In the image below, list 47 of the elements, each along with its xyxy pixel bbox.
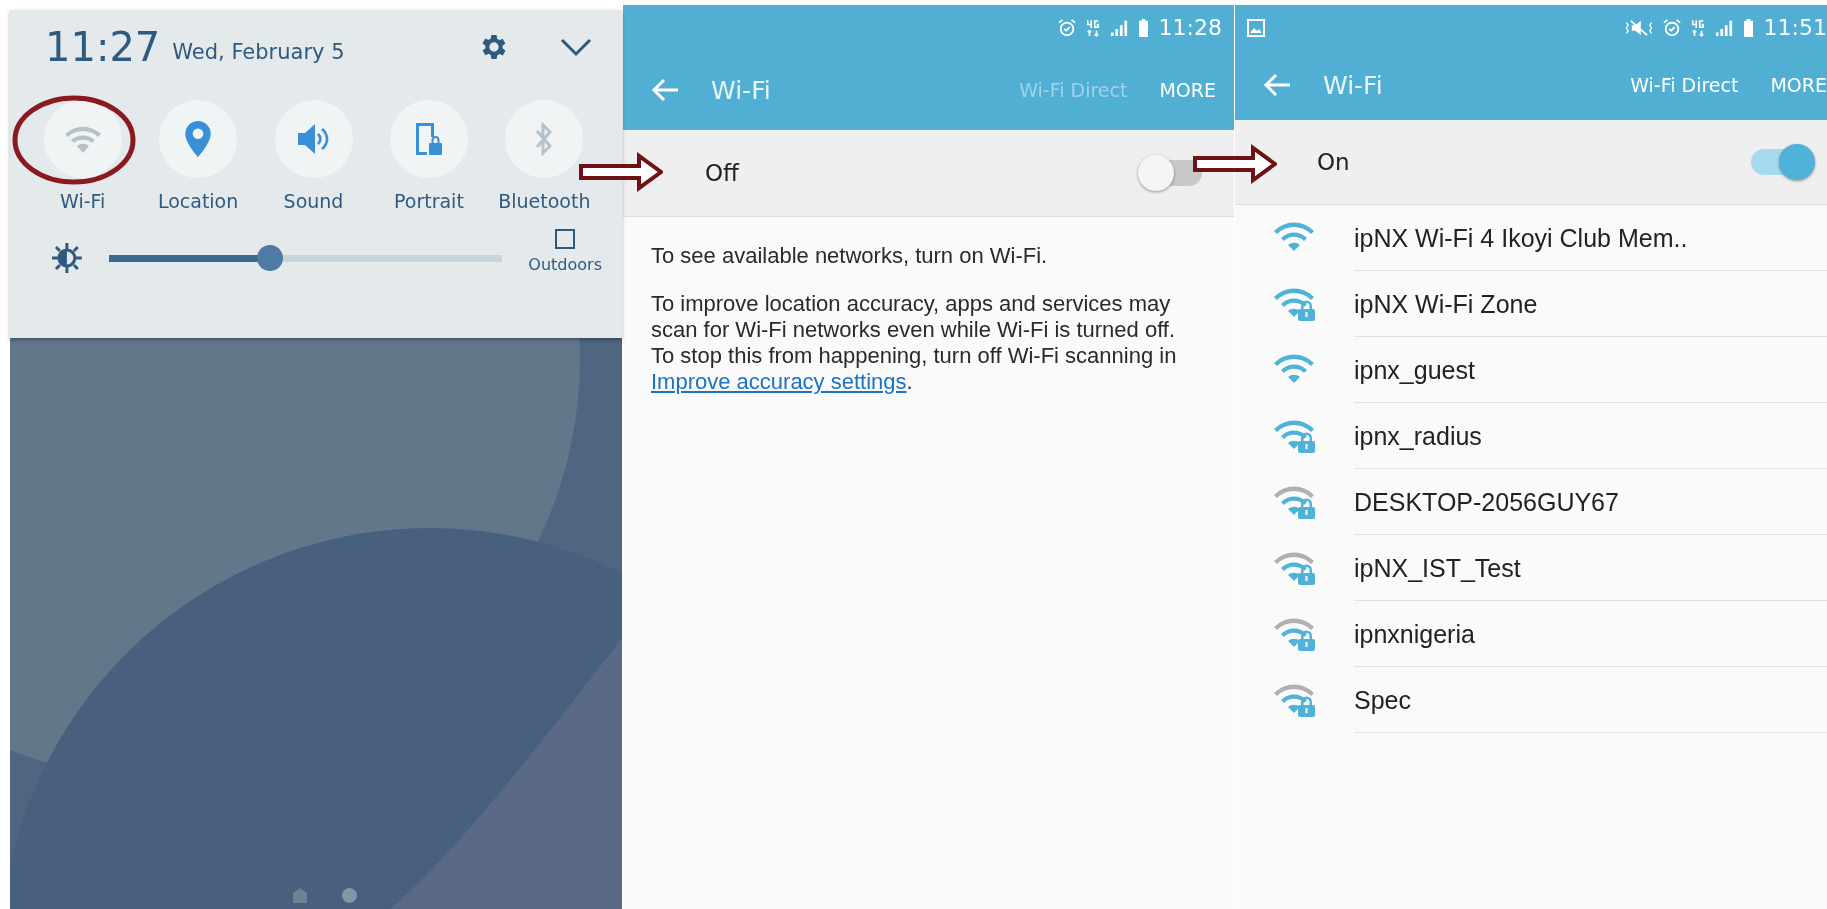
alarm-icon xyxy=(1057,18,1076,37)
date-text: Wed, February 5 xyxy=(172,40,345,64)
brightness-icon xyxy=(51,242,83,274)
network-name[interactable]: ipnxnigeria xyxy=(1354,601,1827,667)
network-type-icon xyxy=(1690,18,1705,37)
switch-label: On xyxy=(1317,149,1350,175)
home-icon xyxy=(292,887,308,903)
network-name[interactable]: Spec xyxy=(1354,667,1827,733)
back-arrow-icon[interactable] xyxy=(1263,73,1291,97)
slider-thumb[interactable] xyxy=(257,245,284,271)
brightness-slider[interactable] xyxy=(108,245,503,271)
toggle-label: Wi-Fi xyxy=(60,190,106,212)
info-text: To see available networks, turn on Wi-Fi. xyxy=(651,243,1049,269)
network-name[interactable]: ipnx_radius xyxy=(1354,403,1827,469)
network-name[interactable]: ipNX Wi-Fi Zone xyxy=(1354,271,1827,337)
location-pin-icon xyxy=(185,121,212,157)
signal-icon xyxy=(1109,18,1128,37)
info-paragraph: To improve location accuracy, apps and services may scan for Wi-Fi networks even while Wi-Fi is turned off. To stop this from happening, turn off Wi-Fi scanning in Improve accuracy settings. xyxy=(651,291,1178,395)
network-name[interactable]: ipnx_guest xyxy=(1354,337,1827,403)
screen-lock-icon xyxy=(413,121,444,157)
alarm-icon xyxy=(1662,18,1681,37)
toggle-label: Location xyxy=(157,190,239,212)
back-arrow-icon[interactable] xyxy=(651,78,679,102)
quick-toggle-button[interactable] xyxy=(43,100,122,178)
status-time: 11:28 xyxy=(1158,15,1222,40)
screen-title: Wi-Fi xyxy=(711,75,771,105)
toggle-label: Bluetooth xyxy=(498,190,591,212)
screen-title: Wi-Fi xyxy=(1323,70,1383,100)
outdoors-checkbox[interactable] xyxy=(555,228,576,249)
signal-icon xyxy=(1714,18,1733,37)
chevron-down-icon[interactable] xyxy=(560,37,592,57)
outdoors-label: Outdoors xyxy=(528,254,602,274)
vibrate-mute-icon xyxy=(1624,18,1653,37)
network-name[interactable]: DESKTOP-2056GUY67 xyxy=(1354,469,1827,535)
toggle-label: Sound xyxy=(283,190,344,212)
network-name[interactable]: ipNX_IST_Test xyxy=(1354,535,1827,601)
network-type-icon xyxy=(1085,18,1100,37)
bluetooth-icon xyxy=(534,122,555,156)
network-name[interactable]: ipNX Wi-Fi 4 Ikoyi Club Mem.. xyxy=(1354,205,1827,271)
status-time: 11:51 xyxy=(1763,15,1827,40)
picture-icon xyxy=(1247,18,1265,37)
battery-icon xyxy=(1137,18,1149,37)
clock-time: 11:27 xyxy=(45,24,161,70)
settings-link[interactable]: Improve accuracy settings xyxy=(651,369,907,394)
battery-icon xyxy=(1742,18,1754,37)
toggle-label: Portrait xyxy=(394,190,464,212)
switch-label: Off xyxy=(705,160,739,186)
